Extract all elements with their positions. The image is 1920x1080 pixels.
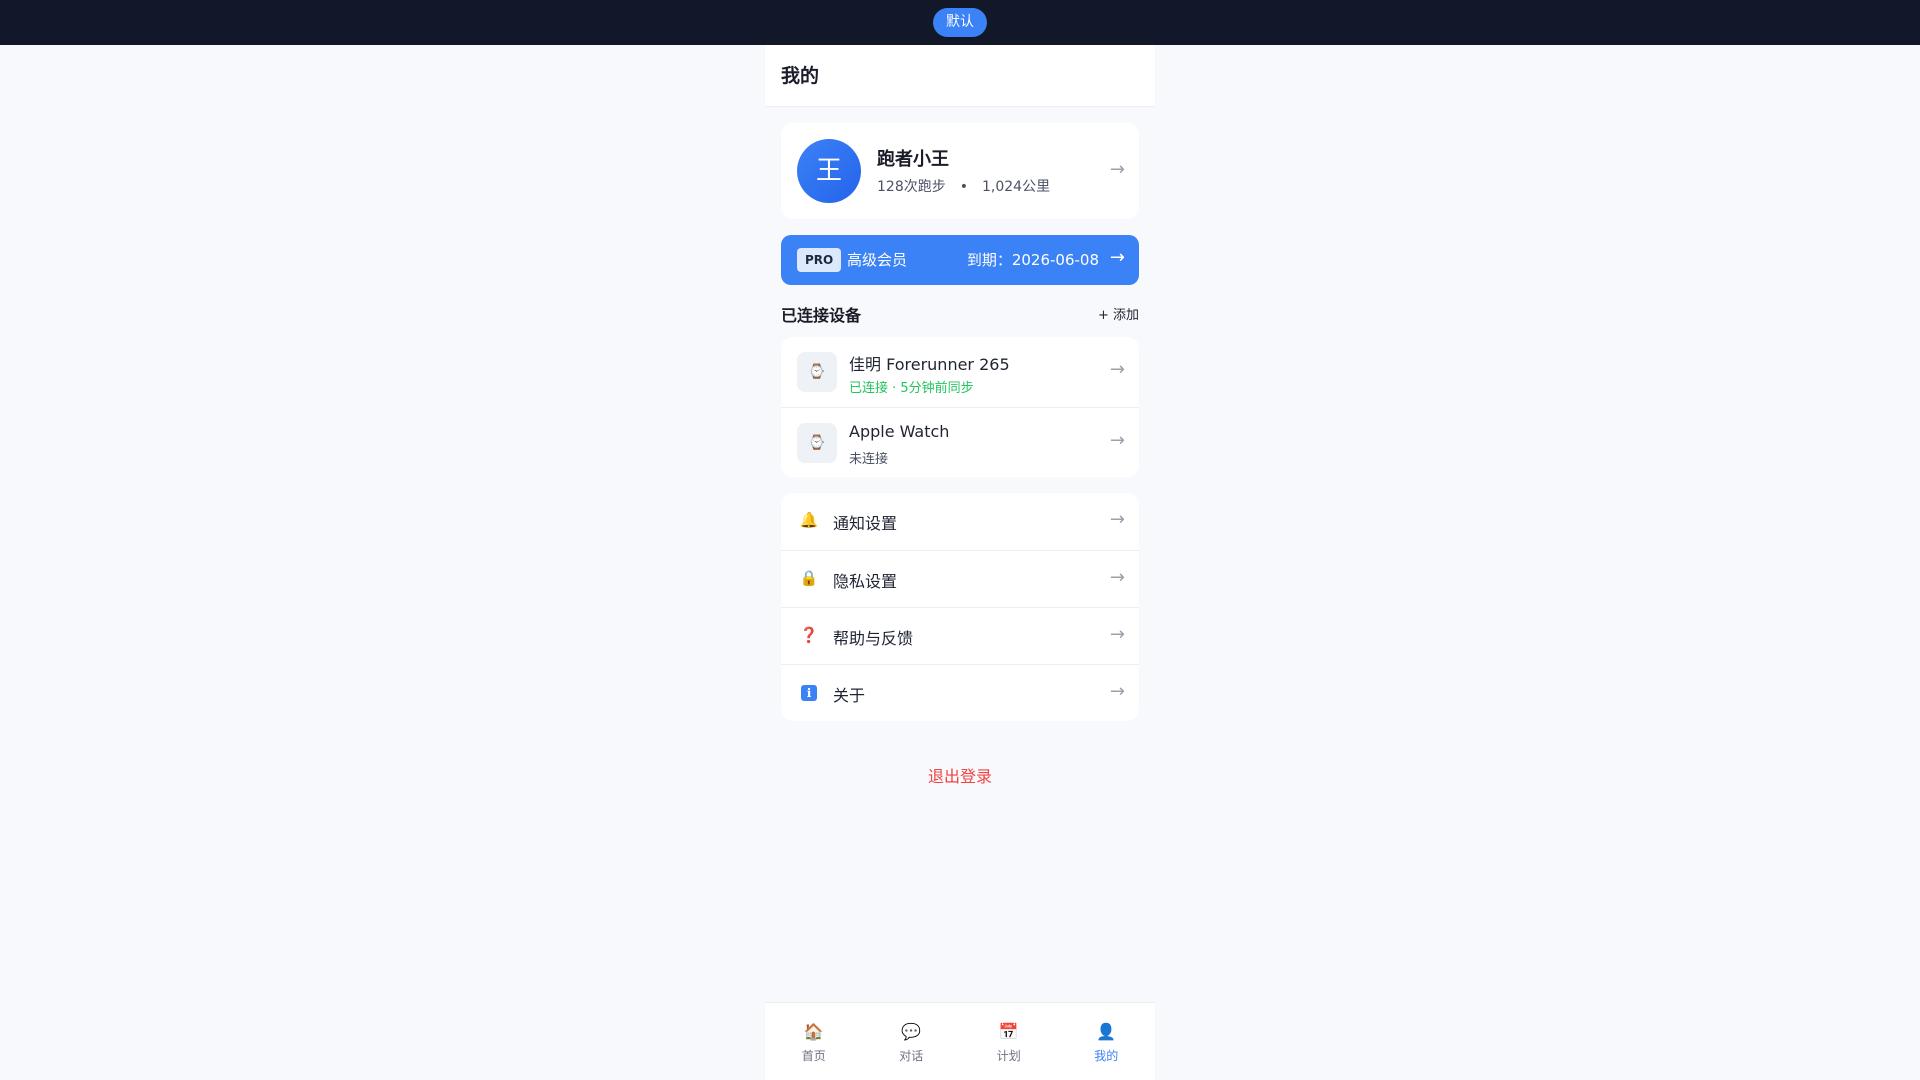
arrow-right-icon: → (1109, 359, 1125, 380)
device-row-apple-watch[interactable]: ⌚ Apple Watch 未连接 → (781, 407, 1139, 477)
membership-label: 高级会员 (847, 251, 908, 269)
pro-membership-banner[interactable]: PRO 高级会员 到期：2026-06-08 → (781, 235, 1139, 285)
lock-icon: 🔒 (799, 569, 819, 587)
info-icon: ℹ (801, 685, 817, 701)
add-device-button[interactable]: + 添加 (1098, 304, 1139, 323)
tab-label: 对话 (899, 1049, 924, 1063)
menu-item-about[interactable]: ℹ 关于 → (781, 664, 1139, 721)
arrow-right-icon: → (1109, 567, 1125, 588)
user-icon: 👤 (1096, 1022, 1117, 1041)
menu-item-label: 帮助与反馈 (833, 629, 914, 648)
bell-icon: 🔔 (799, 511, 819, 529)
chat-icon: 💬 (901, 1022, 922, 1041)
stats-separator: • (959, 179, 968, 195)
phone-screen: 我的 王 跑者小王 128次跑步 • 1,024公里 → PRO 高级会员 到期：2… (765, 45, 1155, 1080)
avatar: 王 (797, 139, 861, 203)
device-row-garmin[interactable]: ⌚ 佳明 Forerunner 265 已连接 · 5分钟前同步 → (781, 337, 1139, 407)
devices-card: ⌚ 佳明 Forerunner 265 已连接 · 5分钟前同步 → ⌚ App… (781, 337, 1139, 477)
home-icon: 🏠 (803, 1022, 824, 1041)
page-title: 我的 (781, 65, 820, 87)
arrow-right-icon: → (1109, 159, 1125, 180)
settings-menu-card: 🔔 通知设置 → 🔒 隐私设置 → ❓ 帮助与反馈 → ℹ 关于 → (781, 493, 1139, 721)
run-count: 128次跑步 (877, 179, 946, 195)
tab-plan[interactable]: 📅 计划 (960, 1003, 1058, 1080)
device-name: Apple Watch (849, 422, 950, 441)
tab-chat[interactable]: 💬 对话 (863, 1003, 961, 1080)
arrow-right-icon: → (1109, 430, 1125, 451)
tab-profile[interactable]: 👤 我的 (1058, 1003, 1156, 1080)
arrow-right-icon: → (1109, 681, 1125, 702)
profile-stats: 128次跑步 • 1,024公里 (877, 176, 1050, 196)
device-name: 佳明 Forerunner 265 (849, 355, 1010, 374)
top-bar: 默认 (0, 0, 1920, 45)
profile-card[interactable]: 王 跑者小王 128次跑步 • 1,024公里 → (781, 123, 1139, 219)
menu-item-label: 隐私设置 (833, 572, 898, 591)
watch-icon: ⌚ (797, 423, 837, 463)
pro-badge: PRO (797, 248, 842, 272)
logout-button[interactable]: 退出登录 (765, 763, 1155, 787)
menu-item-label: 通知设置 (833, 514, 898, 533)
menu-item-notifications[interactable]: 🔔 通知设置 → (781, 493, 1139, 550)
profile-name: 跑者小王 (877, 149, 949, 170)
bottom-tab-bar: 🏠 首页 💬 对话 📅 计划 👤 我的 (765, 1002, 1155, 1080)
devices-section-header: 已连接设备 + 添加 (781, 302, 1139, 326)
menu-item-help[interactable]: ❓ 帮助与反馈 → (781, 607, 1139, 664)
device-status: 未连接 (849, 452, 889, 467)
total-distance: 1,024公里 (982, 179, 1051, 195)
menu-item-privacy[interactable]: 🔒 隐私设置 → (781, 550, 1139, 607)
arrow-right-icon: → (1109, 624, 1125, 645)
tab-home[interactable]: 🏠 首页 (765, 1003, 863, 1080)
tab-label: 首页 (801, 1049, 826, 1063)
tab-label: 计划 (996, 1049, 1021, 1063)
watch-icon: ⌚ (797, 352, 837, 392)
question-icon: ❓ (799, 626, 819, 644)
menu-item-label: 关于 (833, 686, 866, 705)
devices-section-title: 已连接设备 (781, 306, 862, 325)
membership-expiry: 到期：2026-06-08 (966, 251, 1099, 269)
theme-pill-button[interactable]: 默认 (933, 8, 987, 37)
tab-label: 我的 (1094, 1049, 1119, 1063)
arrow-right-icon: → (1109, 509, 1125, 530)
device-status: 已连接 · 5分钟前同步 (849, 381, 974, 396)
arrow-right-icon: → (1109, 247, 1125, 268)
calendar-icon: 📅 (998, 1022, 1019, 1041)
page-header: 我的 (765, 45, 1155, 107)
